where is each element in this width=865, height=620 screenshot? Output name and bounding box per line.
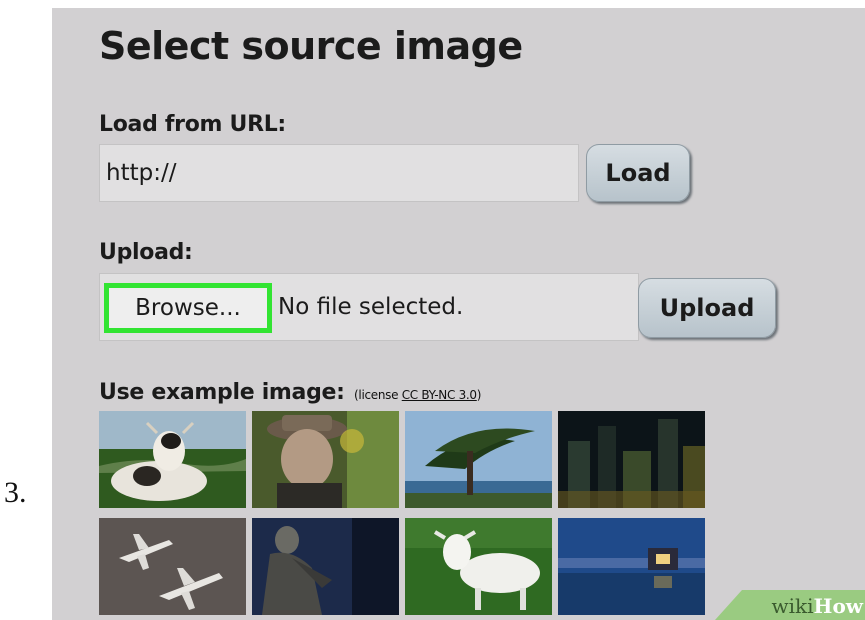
example-image-city[interactable] <box>558 411 705 508</box>
man-image <box>252 411 399 508</box>
example-image-gallery <box>99 411 707 620</box>
license-note: (license CC BY-NC 3.0) <box>354 388 481 402</box>
example-image-label: Use example image: (license CC BY-NC 3.0… <box>99 380 481 405</box>
example-image-tree[interactable] <box>405 411 552 508</box>
watermark-wiki: wiki <box>771 594 814 618</box>
url-field-container <box>99 144 579 202</box>
browse-button[interactable]: Browse... <box>104 283 272 333</box>
lake-image <box>558 518 705 615</box>
load-from-url-label: Load from URL: <box>99 112 286 137</box>
statue-image <box>252 518 399 615</box>
cow-image <box>99 411 246 508</box>
example-image-label-text: Use example image: <box>99 380 345 405</box>
upload-label: Upload: <box>99 240 193 265</box>
example-image-statue[interactable] <box>252 518 399 615</box>
license-suffix: ) <box>476 388 482 402</box>
license-link[interactable]: CC BY-NC 3.0 <box>402 388 477 402</box>
goat-image <box>405 518 552 615</box>
file-status-text: No file selected. <box>278 294 464 320</box>
source-image-panel: Select source image Load from URL: Load … <box>52 8 865 620</box>
example-image-man[interactable] <box>252 411 399 508</box>
load-button[interactable]: Load <box>586 144 690 202</box>
tree-image <box>405 411 552 508</box>
example-image-goat[interactable] <box>405 518 552 615</box>
step-number: 3. <box>4 476 27 509</box>
wikihow-watermark: wikiHow <box>715 590 865 620</box>
example-image-cow[interactable] <box>99 411 246 508</box>
city-image <box>558 411 705 508</box>
airplanes-image <box>99 518 246 615</box>
page-title: Select source image <box>99 24 523 68</box>
url-input[interactable] <box>100 145 578 201</box>
example-image-lake[interactable] <box>558 518 705 615</box>
license-prefix: (license <box>354 388 399 402</box>
example-image-airplanes[interactable] <box>99 518 246 615</box>
watermark-how: How <box>813 594 863 618</box>
file-input: Browse... No file selected. <box>99 273 639 341</box>
upload-button[interactable]: Upload <box>638 278 776 338</box>
